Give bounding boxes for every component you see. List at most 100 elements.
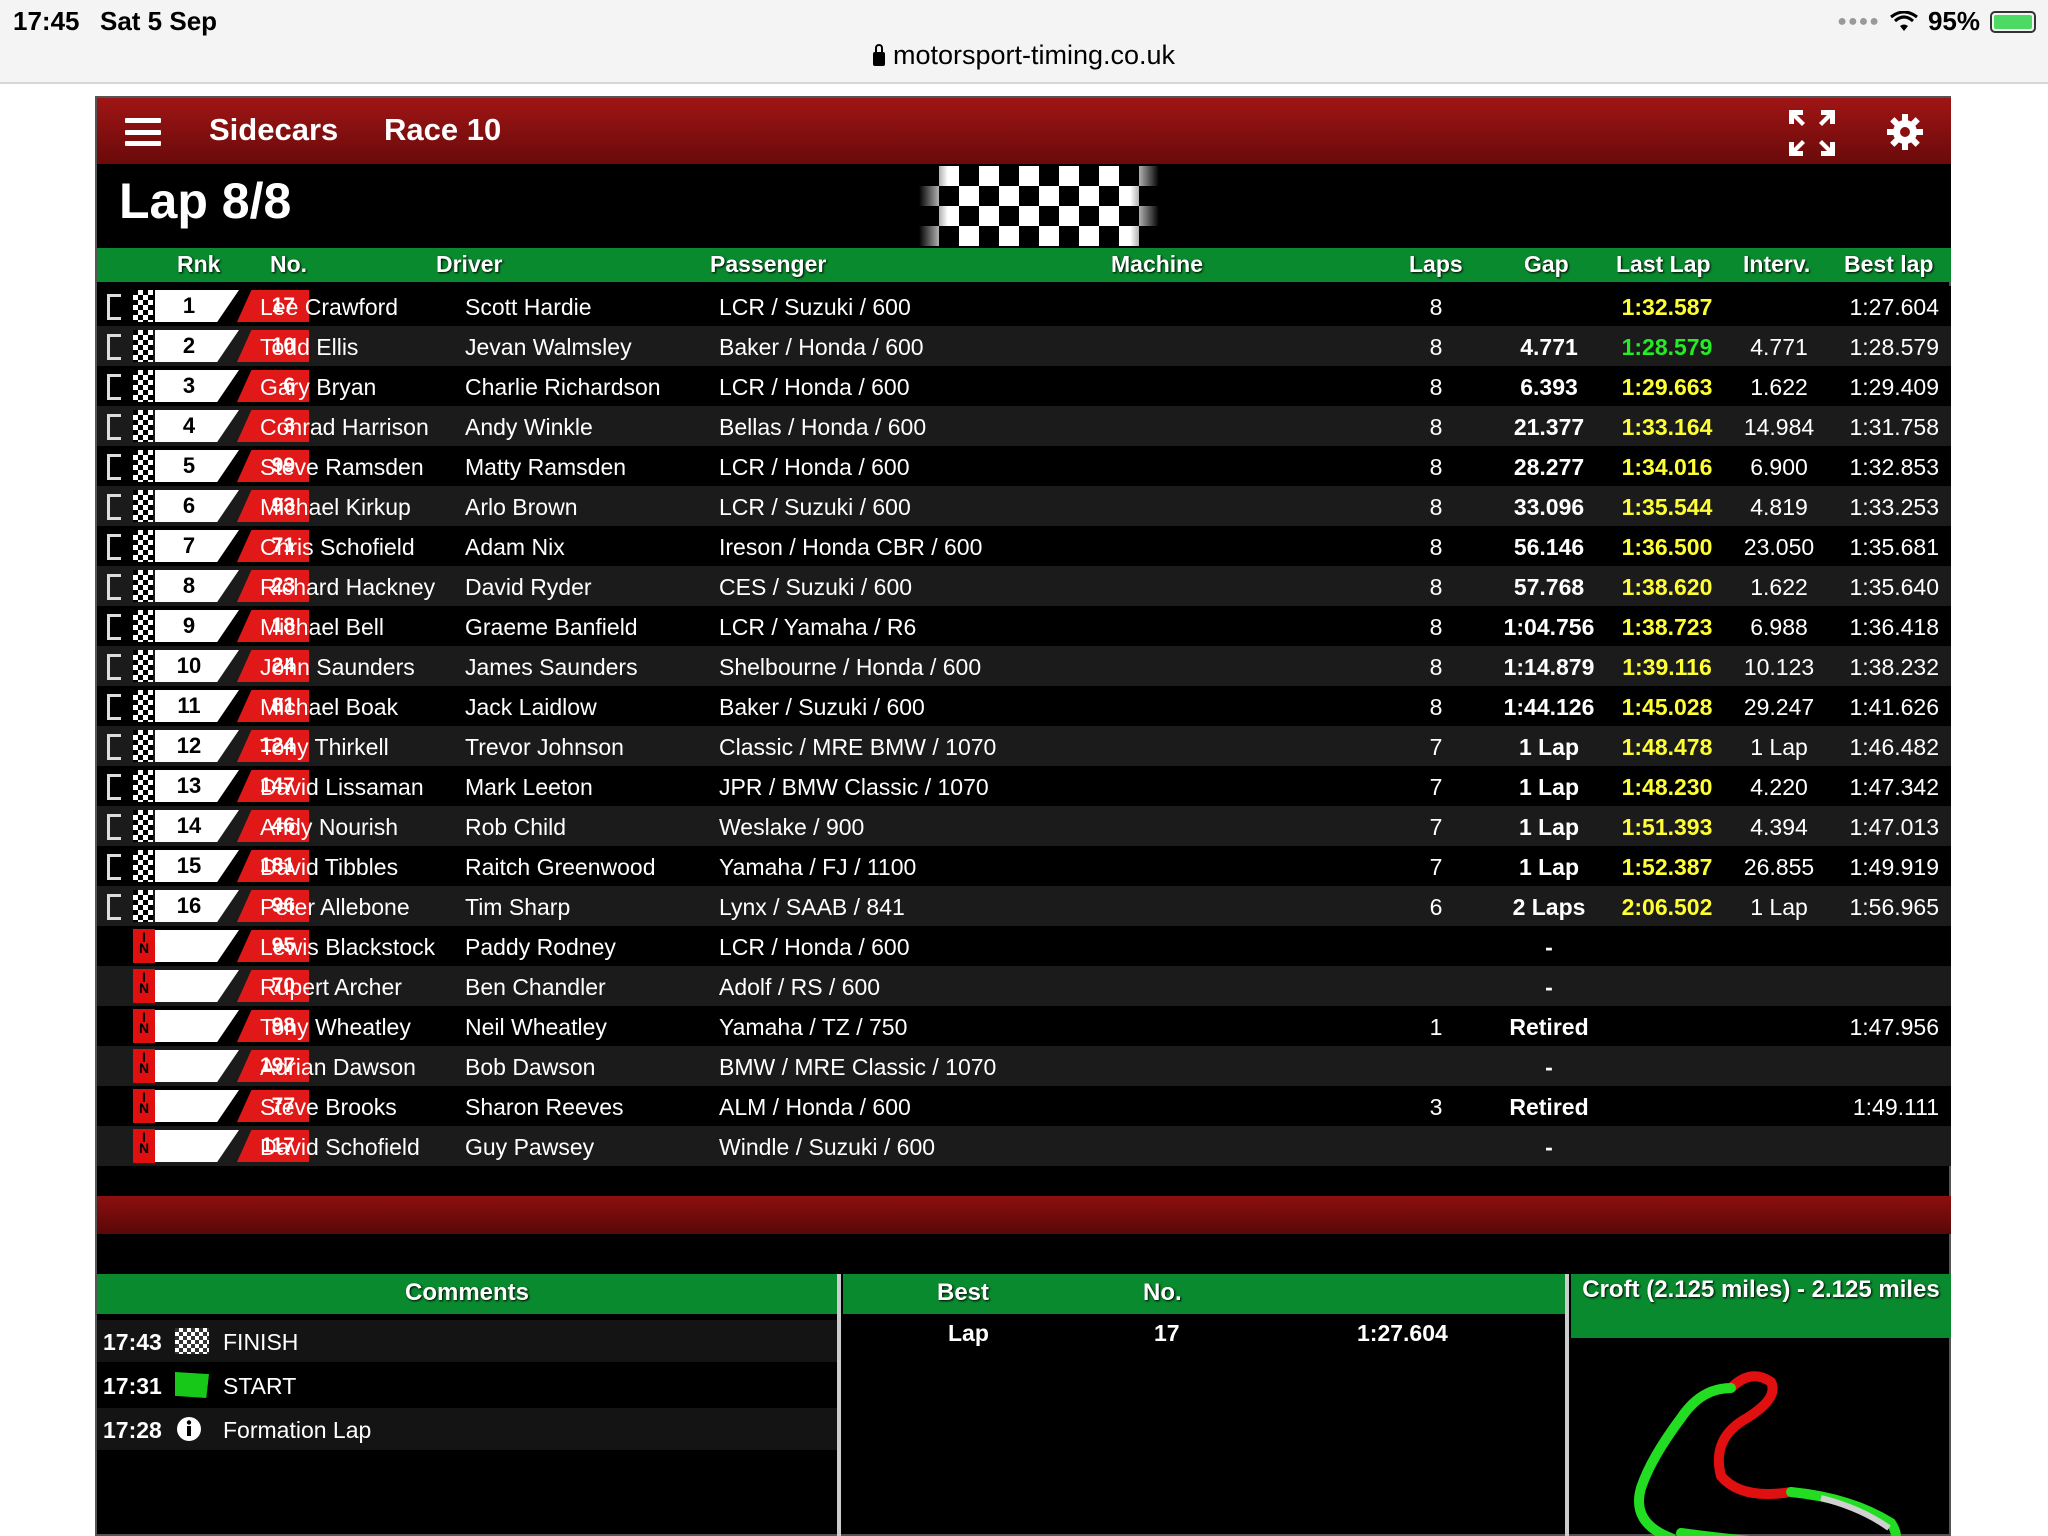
col-rank[interactable]: Rnk <box>177 251 220 278</box>
passenger-cell: Sharon Reeves <box>465 1094 624 1120</box>
table-row[interactable]: 13 147 David Lissaman Mark Leeton JPR / BMW … <box>97 766 1951 806</box>
battery-percent: 95% <box>1927 6 1980 36</box>
passenger-cell: David Ryder <box>465 574 592 600</box>
last-lap-cell: 1:32.587 <box>1621 294 1713 320</box>
in-pit-badge: IN <box>133 1009 155 1043</box>
table-row[interactable]: I N 95 Lewis Blackstock Paddy Rodney LCR / Ho… <box>97 926 1951 966</box>
machine-cell: LCR / Honda / 600 <box>719 934 910 960</box>
rank-cell <box>155 1010 239 1042</box>
rank-cell: 8 <box>155 570 239 602</box>
in-pit-badge: IN <box>133 1049 155 1083</box>
menu-icon[interactable] <box>125 118 161 146</box>
in-pit-badge: IN <box>133 929 155 963</box>
checkered-flag-icon <box>133 330 153 362</box>
comment-time: 17:31 <box>103 1373 162 1399</box>
best-lap-cell: 1:29.409 <box>1849 374 1939 400</box>
table-row[interactable]: 7 71 Chris Schofield Adam Nix Ireson / Honda… <box>97 526 1951 566</box>
passenger-cell: Paddy Rodney <box>465 934 616 960</box>
lap-counter: Lap 8/8 <box>119 173 292 229</box>
table-row[interactable]: I N 197 Adrian Dawson Bob Dawson BMW / MRE Cl… <box>97 1046 1951 1086</box>
bracket-icon <box>107 534 121 560</box>
best-lap-cell: 1:47.013 <box>1849 814 1939 840</box>
url-text[interactable]: motorsport-timing.co.uk <box>893 40 1175 71</box>
results-table-body: 1 1 7 Lee Crawford Scott Hardie LCR / Suzuki … <box>97 286 1951 1166</box>
bracket-icon <box>107 494 121 520</box>
col-machine[interactable]: Machine <box>1111 251 1203 278</box>
table-row[interactable]: 9 18 Michael Bell Graeme Banfield LCR / Yama… <box>97 606 1951 646</box>
col-last-lap[interactable]: Last Lap <box>1616 251 1711 278</box>
table-row[interactable]: 6 93 Michael Kirkup Arlo Brown LCR / Suzuki … <box>97 486 1951 526</box>
checkered-flag-icon <box>133 890 153 922</box>
rank-cell: 15 <box>155 850 239 882</box>
col-passenger[interactable]: Passenger <box>710 251 826 278</box>
driver-cell: Andy Nourish <box>260 814 399 840</box>
results-table-header: Rnk No. Driver Passenger Machine Laps Ga… <box>97 248 1951 282</box>
wifi-icon <box>1890 10 1918 31</box>
table-row[interactable]: 3 6 Gary Bryan Charlie Richardson LCR / Hond… <box>97 366 1951 406</box>
comment-text: FINISH <box>223 1329 299 1355</box>
best-lap-cell: 1:32.853 <box>1849 454 1939 480</box>
col-laps[interactable]: Laps <box>1409 251 1463 278</box>
machine-cell: Yamaha / FJ / 1100 <box>719 854 917 880</box>
col-gap[interactable]: Gap <box>1524 251 1569 278</box>
table-row[interactable]: 12 124 Tony Thirkell Trevor Johnson Classic … <box>97 726 1951 766</box>
best-lap-cell: 1:41.626 <box>1849 694 1939 720</box>
table-row[interactable]: 8 23 Richard Hackney David Ryder CES / Suzuk… <box>97 566 1951 606</box>
passenger-cell: Andy Winkle <box>465 414 593 440</box>
rank-cell: 10 <box>155 650 239 682</box>
machine-cell: Shelbourne / Honda / 600 <box>719 654 982 680</box>
best-lap-cell: 1:28.579 <box>1849 334 1939 360</box>
address-bar[interactable]: motorsport-timing.co.uk <box>0 40 2048 84</box>
comment-row: 17:43 FINISH <box>97 1320 837 1362</box>
race-title[interactable]: Race 10 <box>384 112 501 148</box>
machine-cell: Adolf / RS / 600 <box>719 974 881 1000</box>
laps-cell: 8 <box>1429 294 1443 320</box>
best-lap-cell: 1:27.604 <box>1849 294 1939 320</box>
table-row[interactable]: I N 98 Tony Wheatley Neil Wheatley Yamaha / T… <box>97 1006 1951 1046</box>
passenger-cell: Scott Hardie <box>465 294 592 320</box>
date: Sat 5 Sep <box>100 6 218 36</box>
bracket-icon <box>107 614 121 640</box>
col-best-lap[interactable]: Best lap <box>1844 251 1933 278</box>
rank-cell: 3 <box>155 370 239 402</box>
table-row[interactable]: 4 3 Conrad Harrison Andy Winkle Bellas / Hon… <box>97 406 1951 446</box>
col-no[interactable]: No. <box>270 251 307 278</box>
table-row[interactable]: I N 70 Rupert Archer Ben Chandler Adolf / RS … <box>97 966 1951 1006</box>
signal-icon: ●●●● <box>1837 12 1880 30</box>
driver-cell: David Schofield <box>260 1134 420 1160</box>
machine-cell: CES / Suzuki / 600 <box>719 574 913 600</box>
best-no: 17 <box>1154 1320 1180 1346</box>
passenger-cell: Trevor Johnson <box>465 734 624 760</box>
table-row[interactable]: 5 99 Steve Ramsden Matty Ramsden LCR / Honda… <box>97 446 1951 486</box>
passenger-cell: Rob Child <box>465 814 566 840</box>
driver-cell: Michael Bell <box>260 614 384 640</box>
best-lap-cell: 1:49.919 <box>1849 854 1939 880</box>
table-row[interactable]: 15 181 David Tibbles Raitch Greenwood Yamaha… <box>97 846 1951 886</box>
machine-cell: JPR / BMW Classic / 1070 <box>719 774 989 800</box>
driver-cell: Todd Ellis <box>260 334 359 360</box>
passenger-cell: Mark Leeton <box>465 774 593 800</box>
passenger-cell: Tim Sharp <box>465 894 571 920</box>
best-lap-cell: 1:31.758 <box>1849 414 1939 440</box>
rank-cell: 9 <box>155 610 239 642</box>
table-row[interactable]: 1 17 Lee Crawford Scott Hardie LCR / Suzuki … <box>97 286 1951 326</box>
table-row[interactable]: 10 24 John Saunders James Saunders Shelbourn… <box>97 646 1951 686</box>
fullscreen-icon[interactable] <box>1787 108 1837 158</box>
table-row[interactable]: 14 46 Andy Nourish Rob Child Weslake / 900 7 1… <box>97 806 1951 846</box>
machine-cell: Weslake / 900 <box>719 814 865 840</box>
table-row[interactable]: 2 10 Todd Ellis Jevan Walmsley Baker / Honda… <box>97 326 1951 366</box>
table-row[interactable]: I N 117 David Schofield Guy Pawsey Windle / S… <box>97 1126 1951 1166</box>
table-row[interactable]: 16 96 Peter Allebone Tim Sharp Lynx / SAAB /… <box>97 886 1951 926</box>
machine-cell: LCR / Honda / 600 <box>719 374 910 400</box>
col-driver[interactable]: Driver <box>436 251 502 278</box>
passenger-cell: Bob Dawson <box>465 1054 596 1080</box>
app-header: Sidecars Race 10 <box>97 98 1951 164</box>
col-interval[interactable]: Interv. <box>1743 251 1810 278</box>
table-row[interactable]: 11 81 Michael Boak Jack Laidlow Baker / Suzu… <box>97 686 1951 726</box>
series-title[interactable]: Sidecars <box>209 112 338 148</box>
machine-cell: ALM / Honda / 600 <box>719 1094 911 1120</box>
table-row[interactable]: I N 77 Steve Brooks Sharon Reeves ALM / Honda… <box>97 1086 1951 1126</box>
passenger-cell: Jack Laidlow <box>465 694 597 720</box>
gear-icon[interactable] <box>1885 112 1925 152</box>
passenger-cell: Neil Wheatley <box>465 1014 607 1040</box>
